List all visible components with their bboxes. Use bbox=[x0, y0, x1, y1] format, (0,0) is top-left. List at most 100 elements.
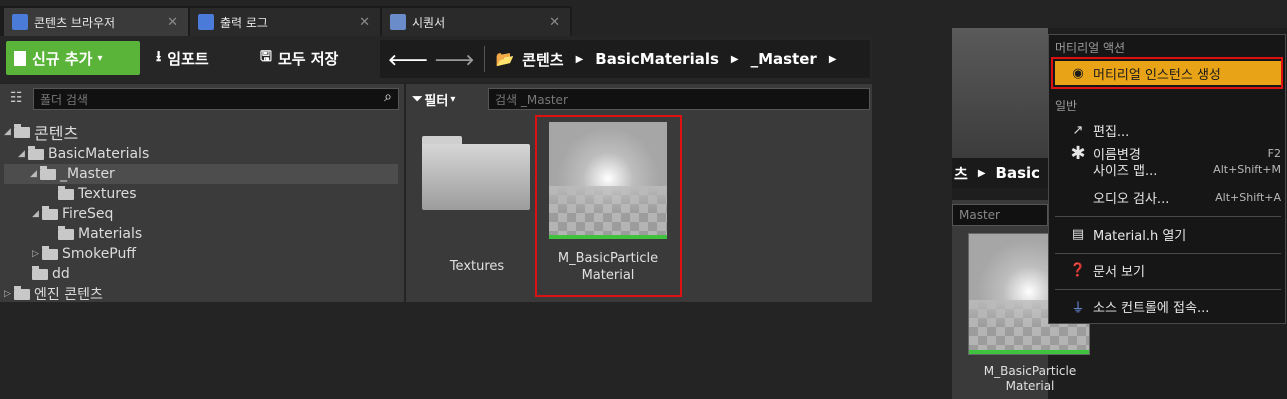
import-label: 임포트 bbox=[167, 49, 209, 68]
edit-icon: ↗ bbox=[1072, 122, 1084, 138]
folder-icon bbox=[14, 286, 30, 300]
new-file-icon bbox=[14, 50, 26, 66]
forward-arrow-icon[interactable]: 🡒 bbox=[434, 50, 474, 69]
breadcrumb-separator-icon[interactable]: ▶ bbox=[829, 54, 837, 65]
folder-icon bbox=[32, 265, 48, 280]
menu-item-size-map[interactable]: 사이즈 맵... Alt+Shift+M bbox=[1055, 159, 1281, 179]
menu-item-source-control[interactable]: ⏚ 소스 컨트롤에 접속... bbox=[1055, 294, 1281, 318]
folder-icon bbox=[42, 205, 58, 220]
tree-item-label: _Master bbox=[60, 166, 115, 182]
folder-icon bbox=[42, 245, 58, 260]
menu-item-docs[interactable]: ❓ 문서 보기 bbox=[1055, 258, 1281, 282]
tree-item-smokepuff[interactable]: ▷ SmokePuff bbox=[32, 244, 136, 264]
menu-item-shortcut: F2 bbox=[1267, 146, 1281, 160]
breadcrumb-separator-icon[interactable]: ▶ bbox=[978, 168, 986, 179]
tab-label: 시퀀서 bbox=[412, 15, 446, 30]
asset-label-material[interactable]: M_BasicParticle Material bbox=[966, 364, 1094, 394]
folder-search-input[interactable]: 폴더 검색 ⌕ bbox=[33, 88, 399, 110]
asset-type-bar bbox=[549, 235, 667, 239]
tree-item-label: Textures bbox=[78, 186, 137, 202]
back-arrow-icon[interactable]: 🡐 bbox=[388, 50, 428, 69]
menu-item-label: 편집... bbox=[1093, 124, 1130, 140]
content-browser-icon bbox=[12, 14, 28, 30]
tree-item-label: dd bbox=[52, 266, 70, 282]
menu-item-edit[interactable]: ↗ 편집... bbox=[1055, 118, 1281, 142]
breadcrumb-separator-icon[interactable]: ▶ bbox=[576, 54, 584, 65]
chevron-down-icon: ▾ bbox=[97, 52, 103, 64]
tab-label: 콘텐츠 브라우저 bbox=[34, 15, 116, 30]
menu-item-label: 오디오 검사... bbox=[1093, 191, 1170, 207]
help-icon: ❓ bbox=[1069, 262, 1087, 278]
filter-label: 필터 bbox=[424, 93, 449, 109]
menu-item-shortcut: Alt+Shift+M bbox=[1213, 162, 1281, 176]
tree-item-label: 엔진 콘텐츠 bbox=[34, 287, 103, 302]
filter-button[interactable]: ⏷ 필터 ▾ bbox=[412, 88, 455, 110]
menu-item-shortcut: Alt+Shift+A bbox=[1215, 190, 1281, 204]
breadcrumb-fragment: 츠 bbox=[954, 164, 968, 183]
menu-item-label: 사이즈 맵... bbox=[1093, 163, 1158, 179]
breadcrumb: 츠 ▶ Basic bbox=[952, 158, 1048, 188]
tree-item-dd[interactable]: dd bbox=[32, 264, 70, 284]
tree-item-engine-content[interactable]: ▷ 엔진 콘텐츠 bbox=[4, 286, 103, 302]
folder-icon bbox=[58, 225, 74, 240]
expand-arrow-icon[interactable]: ◢ bbox=[30, 169, 40, 179]
folder-icon bbox=[58, 185, 74, 200]
breadcrumb-fragment[interactable]: Basic bbox=[996, 164, 1041, 182]
breadcrumb-item-content[interactable]: 콘텐츠 bbox=[522, 49, 563, 70]
tab-sequencer[interactable]: 시퀀서 ✕ bbox=[382, 8, 570, 36]
breadcrumb-item-master[interactable]: _Master bbox=[751, 50, 817, 68]
folder-icon bbox=[14, 123, 30, 138]
tree-item-label: 콘텐츠 bbox=[34, 124, 79, 143]
tree-item-fireseq[interactable]: ◢ FireSeq bbox=[32, 204, 113, 224]
asset-type-bar bbox=[969, 350, 1089, 354]
menu-item-audio-check[interactable]: 오디오 검사... Alt+Shift+A bbox=[1055, 185, 1281, 209]
save-all-button[interactable]: 🖫 모두 저장 bbox=[260, 41, 338, 75]
close-icon[interactable]: ✕ bbox=[167, 15, 178, 30]
add-new-button[interactable]: 신규 추가 ▾ bbox=[6, 41, 140, 75]
tree-item-materials[interactable]: Materials bbox=[58, 224, 142, 244]
expand-arrow-icon[interactable]: ◢ bbox=[4, 127, 14, 137]
tree-item-master[interactable]: ◢ _Master bbox=[4, 164, 398, 184]
material-thumbnail[interactable] bbox=[549, 122, 667, 239]
folder-search-placeholder: 폴더 검색 bbox=[40, 92, 88, 107]
tree-toggle-icon[interactable]: ☷ bbox=[10, 90, 23, 106]
expand-arrow-icon[interactable]: ◢ bbox=[32, 209, 42, 219]
asset-label-material[interactable]: M_BasicParticle Material bbox=[545, 250, 671, 284]
import-button[interactable]: ⭳ 임포트 bbox=[156, 41, 209, 75]
expand-arrow-icon[interactable]: ◢ bbox=[18, 149, 28, 159]
breadcrumb-separator-icon[interactable]: ▶ bbox=[731, 54, 739, 65]
menu-item-label: 문서 보기 bbox=[1093, 264, 1145, 280]
collapse-arrow-icon[interactable]: ▷ bbox=[32, 249, 42, 259]
asset-search-input[interactable]: 검색 _Master bbox=[488, 88, 870, 110]
output-log-icon bbox=[198, 14, 214, 30]
save-all-label: 모두 저장 bbox=[277, 49, 339, 68]
import-icon: ⭳ bbox=[156, 46, 162, 65]
menu-item-open-header[interactable]: ▤ Material.h 열기 bbox=[1055, 222, 1281, 246]
breadcrumb-item-basicmaterials[interactable]: BasicMaterials bbox=[595, 50, 719, 68]
search-icon[interactable]: ⌕ bbox=[384, 89, 392, 105]
tree-item-textures[interactable]: Textures bbox=[58, 184, 137, 204]
tree-item-content[interactable]: ◢ 콘텐츠 bbox=[4, 122, 79, 143]
menu-item-create-instance[interactable]: ◉ 머티리얼 인스턴스 생성 bbox=[1055, 61, 1281, 85]
collapse-arrow-icon[interactable]: ▷ bbox=[4, 289, 14, 299]
tab-content-browser[interactable]: 콘텐츠 브라우저 ✕ bbox=[4, 8, 188, 36]
tree-item-label: Materials bbox=[78, 226, 143, 242]
add-new-label: 신규 추가 bbox=[32, 49, 93, 68]
close-icon[interactable]: ✕ bbox=[549, 15, 560, 30]
save-icon: 🖫 bbox=[260, 49, 272, 65]
tab-output-log[interactable]: 출력 로그 ✕ bbox=[190, 8, 380, 36]
code-file-icon: ▤ bbox=[1071, 226, 1085, 242]
tree-item-label: BasicMaterials bbox=[48, 146, 150, 162]
tree-item-label: SmokePuff bbox=[62, 246, 137, 262]
plug-icon: ⏚ bbox=[1071, 300, 1085, 316]
menu-separator bbox=[1055, 216, 1281, 217]
viewport-preview bbox=[952, 28, 1048, 158]
asset-search-input[interactable]: Master bbox=[952, 204, 1048, 226]
asset-label-textures[interactable]: Textures bbox=[420, 258, 534, 275]
folder-thumbnail[interactable] bbox=[422, 132, 530, 212]
tree-item-basicmaterials[interactable]: ◢ BasicMaterials bbox=[18, 144, 149, 164]
context-menu: 머티리얼 액션 ◉ 머티리얼 인스턴스 생성 일반 ↗ 편집... ✱ 이름변경… bbox=[1048, 34, 1286, 324]
close-icon[interactable]: ✕ bbox=[359, 15, 370, 30]
folder-open-icon bbox=[40, 165, 56, 180]
divider bbox=[484, 46, 486, 72]
